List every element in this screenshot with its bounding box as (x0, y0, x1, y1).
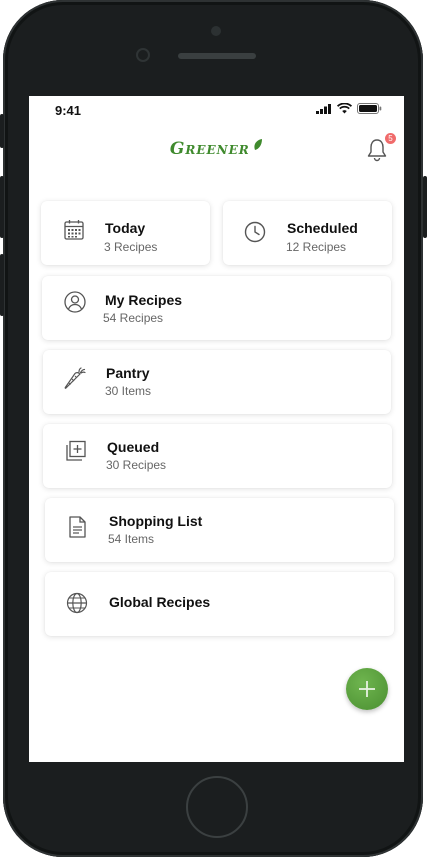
logo-text: Greener (169, 139, 250, 159)
scheduled-title: Scheduled (287, 220, 358, 236)
plus-icon (359, 681, 375, 697)
pantry-card[interactable]: Pantry 30 Items (43, 350, 391, 414)
app-screen: 9:41 Greener 5 Today 3 Recipes Scheduled… (29, 96, 404, 762)
add-fab-button[interactable] (346, 668, 388, 710)
battery-icon (357, 103, 382, 114)
shopping-list-card[interactable]: Shopping List 54 Items (45, 498, 394, 562)
app-logo: Greener (29, 139, 404, 159)
my-recipes-title: My Recipes (105, 292, 183, 308)
calendar-icon (64, 220, 84, 240)
scheduled-subtitle: 12 Recipes (286, 240, 347, 254)
global-recipes-card[interactable]: Global Recipes (45, 572, 394, 636)
document-list-icon (69, 516, 86, 538)
my-recipes-subtitle: 54 Recipes (103, 311, 164, 325)
global-recipes-title: Global Recipes (109, 594, 211, 610)
status-time: 9:41 (55, 103, 82, 118)
shopping-list-title: Shopping List (109, 513, 203, 529)
queued-card[interactable]: Queued 30 Recipes (43, 424, 392, 488)
my-recipes-card[interactable]: My Recipes 54 Recipes (42, 276, 391, 340)
today-card[interactable]: Today 3 Recipes (41, 201, 210, 265)
user-circle-icon (64, 291, 86, 313)
earpiece-speaker (178, 53, 256, 59)
leaf-icon (254, 139, 263, 150)
wifi-icon (337, 103, 352, 114)
queued-subtitle: 30 Recipes (106, 458, 167, 472)
notification-badge: 5 (385, 133, 396, 144)
mute-switch (0, 114, 4, 148)
status-icons (316, 103, 382, 114)
queued-title: Queued (107, 439, 160, 455)
volume-down-button (0, 254, 4, 316)
front-sensor (211, 26, 221, 36)
today-subtitle: 3 Recipes (104, 240, 158, 254)
scheduled-card[interactable]: Scheduled 12 Recipes (223, 201, 392, 265)
shopping-list-subtitle: 54 Items (108, 532, 155, 546)
clock-icon (244, 221, 266, 243)
today-title: Today (105, 220, 146, 236)
pantry-subtitle: 30 Items (105, 384, 152, 398)
front-camera (136, 48, 150, 62)
home-button[interactable] (186, 776, 248, 838)
volume-up-button (0, 176, 4, 238)
pantry-title: Pantry (106, 365, 150, 381)
phone-frame: 9:41 Greener 5 Today 3 Recipes Scheduled… (3, 0, 423, 857)
signal-icon (316, 103, 331, 114)
queue-add-icon (66, 440, 86, 461)
bell-icon[interactable] (366, 138, 388, 162)
globe-icon (66, 592, 88, 614)
power-button (423, 176, 427, 238)
carrot-icon (64, 367, 86, 389)
